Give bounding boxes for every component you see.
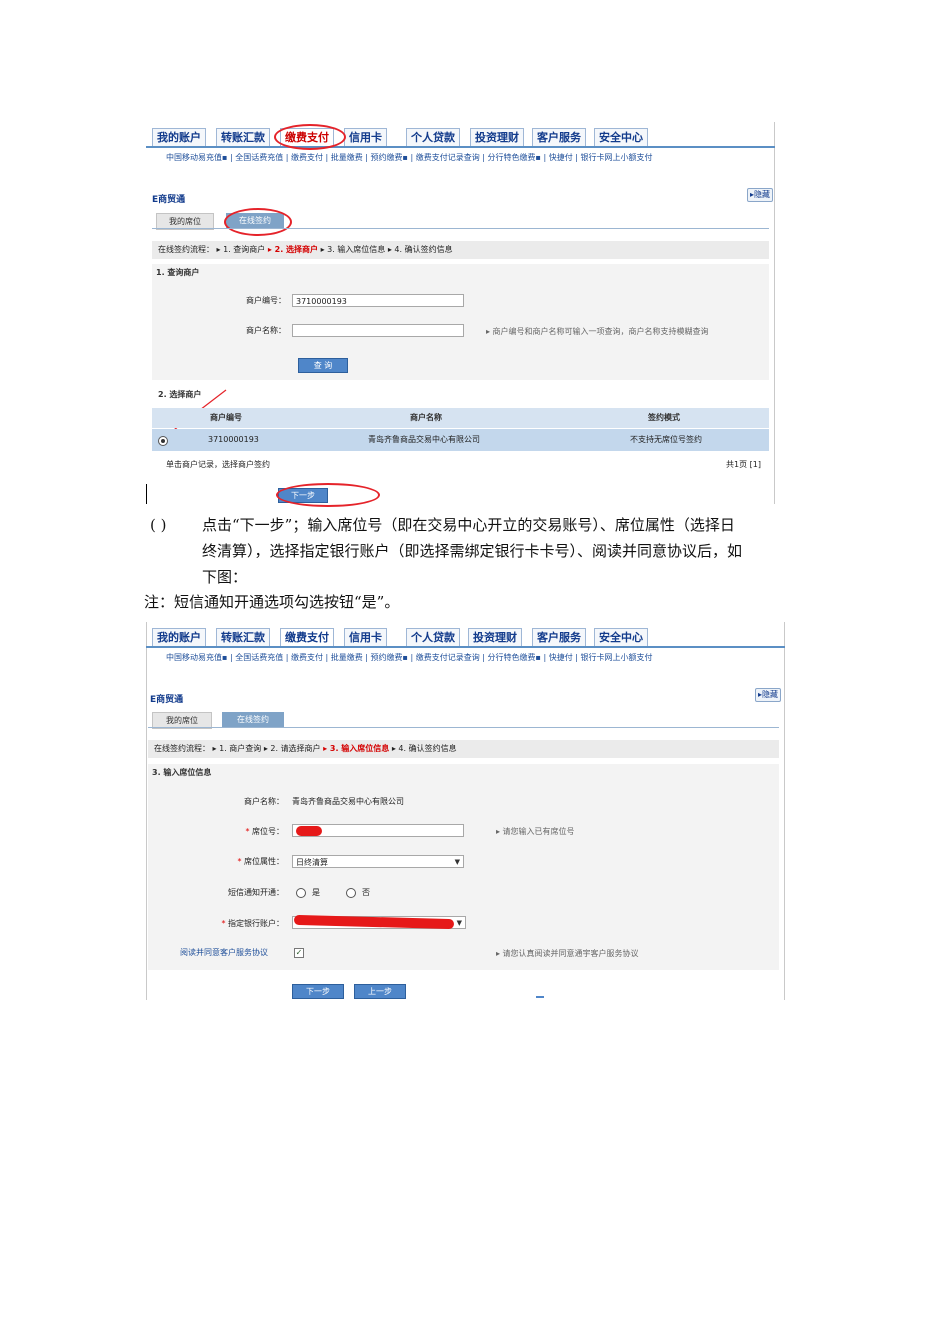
chevron-down-icon: ▼ (454, 858, 460, 866)
next-button[interactable]: 下一步 (292, 984, 344, 999)
query-button[interactable]: 查 询 (298, 358, 348, 373)
flow-step: ▸ 4. 确认签约信息 (391, 744, 457, 753)
sms-label: 短信通知开通： (228, 888, 284, 897)
merchant-no-label: 商户编号： (246, 296, 286, 305)
table-row[interactable]: 3710000193 青岛齐鲁商品交易中心有限公司 不支持无席位号签约 (152, 429, 769, 451)
redaction-mark (296, 826, 322, 836)
page-title: E商贸通 (152, 195, 186, 205)
tab-transfer[interactable]: 转账汇款 (216, 628, 270, 646)
cell-sign-mode: 不支持无席位号签约 (630, 435, 702, 444)
cell-merchant-no: 3710000193 (208, 435, 259, 444)
tab-my-account[interactable]: 我的账户 (152, 128, 206, 146)
bank-account-label: * 指定银行账户： (221, 919, 284, 928)
agreement-hint: ▸ 请您认真阅读并同意通宇客户服务协议 (496, 949, 639, 958)
footer-hint: 单击商户记录，选择商户签约 (166, 460, 270, 469)
tab-credit-card[interactable]: 信用卡 (344, 628, 387, 646)
seat-hint: ▸ 请您输入已有席位号 (496, 827, 575, 836)
chevron-down-icon: ▼ (456, 919, 462, 927)
sms-no-label: 否 (362, 888, 370, 897)
instruction-line: 下图： (202, 568, 248, 586)
seat-attr-value: 日终清算 (296, 858, 328, 867)
tab-payment[interactable]: 缴费支付 (280, 628, 334, 646)
table-header: 商户编号 商户名称 签约模式 (152, 408, 769, 428)
flow-step-current: ▸ 3. 输入席位信息 (323, 744, 390, 753)
frame-edge (774, 122, 775, 504)
merchant-name-input[interactable] (292, 324, 464, 337)
highlight-ellipse (276, 483, 380, 507)
screenshot-enter-seat-info: 我的账户 转账汇款 缴费支付 信用卡 个人贷款 投资理财 客户服务 安全中心 中… (146, 622, 785, 1000)
flow-step: ▸ 3. 输入席位信息 (320, 245, 386, 254)
tab-transfer[interactable]: 转账汇款 (216, 128, 270, 146)
divider (152, 228, 769, 229)
tab-loan[interactable]: 个人贷款 (406, 628, 460, 646)
flow-step: ▸ 1. 查询商户 (216, 245, 266, 254)
highlight-ellipse (274, 124, 346, 150)
column-header: 签约模式 (648, 413, 680, 422)
tab-service[interactable]: 客户服务 (532, 628, 586, 646)
highlight-ellipse (224, 208, 292, 236)
flow-breadcrumb: 在线签约流程： ▸ 1. 商户查询 ▸ 2. 请选择商户 ▸ 3. 输入席位信息… (148, 740, 779, 758)
sms-yes-label: 是 (312, 888, 320, 897)
tab-credit-card[interactable]: 信用卡 (344, 128, 387, 146)
query-hint: ▸ 商户编号和商户名称可输入一项查询，商户名称支持模糊查询 (486, 327, 709, 336)
query-section: 1. 查询商户 (152, 264, 769, 380)
divider (148, 727, 779, 728)
flow-step: ▸ 2. 请选择商户 (263, 744, 321, 753)
flow-breadcrumb: 在线签约流程： ▸ 1. 查询商户 ▸ 2. 选择商户 ▸ 3. 输入席位信息 … (152, 241, 769, 259)
pagination[interactable]: 共1页 [1] (726, 458, 761, 472)
sms-yes-radio[interactable] (296, 888, 306, 898)
merchant-name-value: 青岛齐鲁商品交易中心有限公司 (292, 797, 404, 806)
screenshot-select-merchant: 我的账户 转账汇款 缴费支付 信用卡 个人贷款 投资理财 客户服务 安全中心 中… (146, 122, 775, 507)
tab-loan[interactable]: 个人贷款 (406, 128, 460, 146)
row-radio[interactable] (158, 436, 168, 446)
flow-step: ▸ 1. 商户查询 (212, 744, 262, 753)
table-footer: 单击商户记录，选择商户签约 共1页 [1] (152, 458, 769, 472)
cell-merchant-name: 青岛齐鲁商品交易中心有限公司 (368, 435, 480, 444)
flow-label: 在线签约流程： (158, 245, 214, 254)
sms-no-radio[interactable] (346, 888, 356, 898)
sub-nav[interactable]: 中国移动易充值▪ | 全国话费充值 | 缴费支付 | 批量缴费 | 预约缴费▪ … (146, 651, 785, 665)
divider (536, 996, 544, 998)
main-nav: 我的账户 转账汇款 缴费支付 信用卡 个人贷款 投资理财 客户服务 安全中心 (146, 126, 775, 148)
tab-service[interactable]: 客户服务 (532, 128, 586, 146)
flow-step: ▸ 4. 确认签约信息 (387, 245, 453, 254)
column-header: 商户名称 (410, 413, 442, 422)
agreement-link[interactable]: 阅读并同意客户服务协议 (180, 947, 268, 958)
seat-attr-select[interactable]: 日终清算 ▼ (292, 855, 464, 868)
section-heading: 1. 查询商户 (156, 268, 200, 277)
frame-edge (146, 622, 147, 1000)
required-mark: * (245, 827, 250, 836)
hide-button[interactable]: ▸隐藏 (755, 688, 781, 702)
cursor-bar (146, 484, 147, 504)
hide-button[interactable]: ▸隐藏 (747, 188, 773, 202)
step-marker: ( ) (150, 516, 167, 534)
instruction-line: 终清算），选择指定银行账户（即选择需绑定银行卡卡号）、阅读并同意协议后，如 (202, 542, 743, 560)
required-mark: * (237, 857, 242, 866)
seat-attr-label: * 席位属性： (237, 857, 284, 866)
merchant-name-label: 商户名称： (246, 326, 286, 335)
tab-investment[interactable]: 投资理财 (468, 628, 522, 646)
tab-online-sign[interactable]: 在线签约 (222, 712, 284, 727)
merchant-name-label: 商户名称： (244, 797, 284, 806)
note-text: 注：短信通知开通选项勾选按钮“是”。 (144, 593, 400, 611)
prev-button[interactable]: 上一步 (354, 984, 406, 999)
frame-edge (784, 622, 785, 1000)
sub-nav[interactable]: 中国移动易充值▪ | 全国话费充值 | 缴费支付 | 批量缴费 | 预约缴费▪ … (146, 151, 775, 165)
merchant-no-input[interactable]: 3710000193 (292, 294, 464, 307)
section-heading: 3. 输入席位信息 (152, 768, 212, 777)
agreement-checkbox[interactable]: ✓ (294, 948, 304, 958)
tab-security[interactable]: 安全中心 (594, 628, 648, 646)
tab-my-account[interactable]: 我的账户 (152, 628, 206, 646)
tab-security[interactable]: 安全中心 (594, 128, 648, 146)
page-title: E商贸通 (150, 695, 184, 705)
column-header: 商户编号 (210, 413, 242, 422)
required-mark: * (221, 919, 226, 928)
tab-investment[interactable]: 投资理财 (470, 128, 524, 146)
seat-no-label: * 席位号： (245, 827, 284, 836)
flow-label: 在线签约流程： (154, 744, 210, 753)
instruction-line: 点击“下一步”；输入席位号（即在交易中心开立的交易账号）、席位属性（选择日 (202, 516, 735, 534)
flow-step-current: ▸ 2. 选择商户 (267, 245, 319, 254)
main-nav: 我的账户 转账汇款 缴费支付 信用卡 个人贷款 投资理财 客户服务 安全中心 (146, 626, 785, 648)
